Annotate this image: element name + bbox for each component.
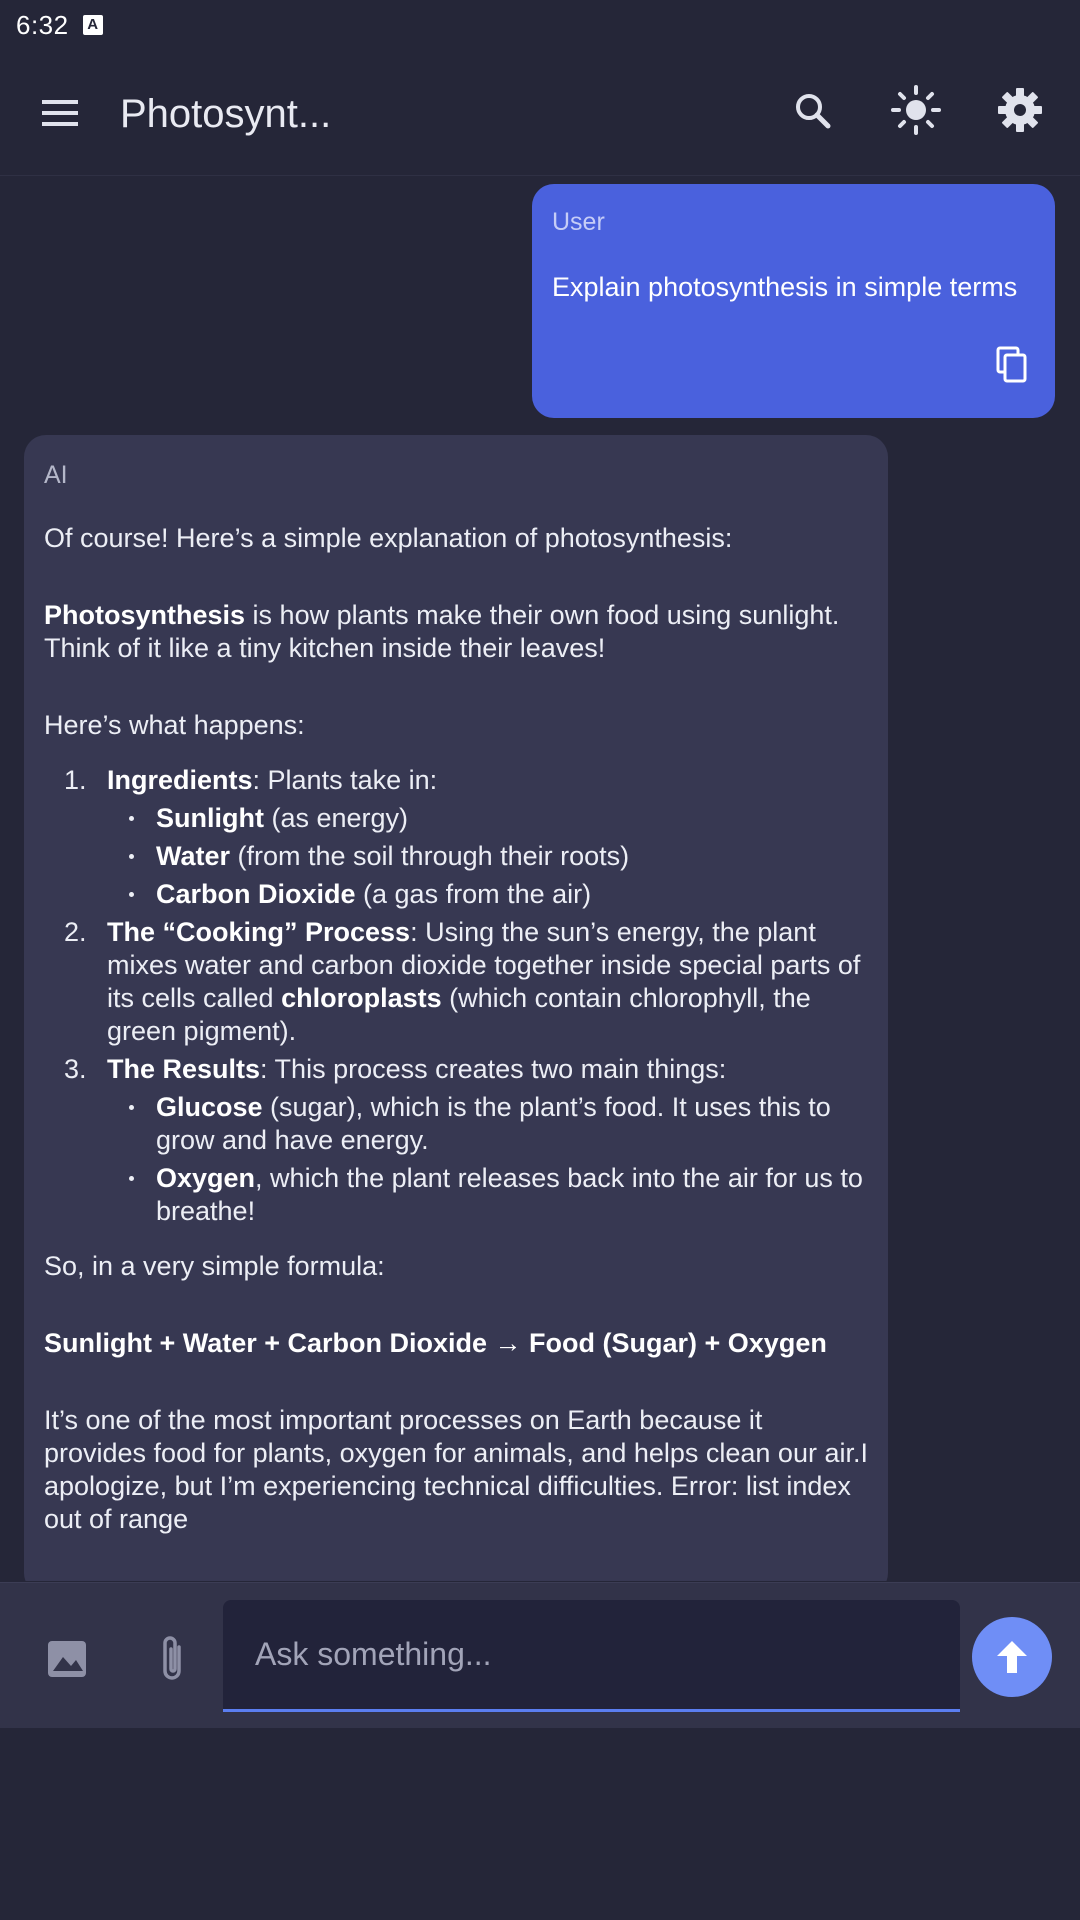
step-title: Ingredients bbox=[107, 765, 253, 795]
steps-list: 1. Ingredients: Plants take in: Sunlight… bbox=[44, 764, 868, 1228]
formula: Sunlight + Water + Carbon Dioxide → Food… bbox=[44, 1327, 868, 1360]
copy-icon[interactable] bbox=[992, 344, 1032, 388]
status-bar: 6:32 A bbox=[0, 0, 1080, 50]
bullet-term: Water bbox=[156, 841, 231, 871]
bullet-text: (a gas from the air) bbox=[355, 879, 592, 909]
sub-list: Sunlight (as energy) Water (from the soi… bbox=[107, 802, 868, 911]
app-bar: Photosynt... bbox=[0, 50, 1080, 176]
ai-definition: Photosynthesis is how plants make their … bbox=[44, 599, 868, 665]
paperclip-icon[interactable] bbox=[152, 1633, 192, 1685]
list-item: Sunlight (as energy) bbox=[107, 802, 868, 835]
bottom-empty-area bbox=[0, 1728, 1080, 1920]
a-icon: A bbox=[82, 15, 103, 35]
chat-area[interactable]: User Explain photosynthesis in simple te… bbox=[0, 177, 1080, 1581]
arrow-up-icon bbox=[997, 1641, 1027, 1673]
formula-intro: So, in a very simple formula: bbox=[44, 1251, 385, 1281]
image-icon[interactable] bbox=[44, 1635, 92, 1683]
bullet-text: (as energy) bbox=[263, 803, 409, 833]
gear-icon[interactable] bbox=[992, 82, 1048, 138]
list-item: Carbon Dioxide (a gas from the air) bbox=[107, 878, 868, 911]
bullet-term: Carbon Dioxide bbox=[156, 879, 356, 909]
ai-closing: It’s one of the most important processes… bbox=[44, 1405, 868, 1534]
user-message-bubble: User Explain photosynthesis in simple te… bbox=[532, 184, 1055, 418]
bullet-text: , which the plant releases back into the… bbox=[156, 1163, 863, 1226]
ai-sender-label: AI bbox=[44, 461, 68, 489]
page-title: Photosynt... bbox=[120, 92, 332, 136]
bullet-term: Sunlight bbox=[156, 803, 264, 833]
bullet-term: Glucose bbox=[156, 1092, 263, 1122]
input-bar bbox=[0, 1582, 1080, 1728]
list-item: Water (from the soil through their roots… bbox=[107, 840, 868, 873]
bullet-term: Oxygen bbox=[156, 1163, 256, 1193]
step-term: chloroplasts bbox=[281, 983, 442, 1013]
step-number: 3. bbox=[64, 1054, 87, 1084]
sub-list: Glucose (sugar), which is the plant’s fo… bbox=[107, 1091, 868, 1228]
list-item: 2. The “Cooking” Process: Using the sun’… bbox=[44, 916, 868, 1048]
step-number: 1. bbox=[64, 765, 87, 795]
bullet-text: (from the soil through their roots) bbox=[230, 841, 630, 871]
definition-term: Photosynthesis bbox=[44, 600, 246, 630]
message-input[interactable] bbox=[255, 1600, 935, 1708]
list-item: Glucose (sugar), which is the plant’s fo… bbox=[107, 1091, 868, 1157]
brightness-icon[interactable] bbox=[888, 82, 944, 138]
formula-text: Sunlight + Water + Carbon Dioxide → Food… bbox=[44, 1328, 827, 1358]
ai-intro: Of course! Here’s a simple explanation o… bbox=[44, 523, 733, 553]
user-message-text: Explain photosynthesis in simple terms bbox=[552, 272, 1018, 302]
status-time: 6:32 bbox=[16, 9, 69, 40]
ai-happens: Here’s what happens: bbox=[44, 710, 305, 740]
user-sender-label: User bbox=[552, 208, 605, 236]
message-input-field[interactable] bbox=[223, 1600, 960, 1712]
step-number: 2. bbox=[64, 917, 87, 947]
step-text: : This process creates two main things: bbox=[260, 1054, 727, 1084]
ai-message-bubble: AI Of course! Here’s a simple explanatio… bbox=[24, 435, 888, 1581]
step-text: : Plants take in: bbox=[252, 765, 438, 795]
step-title: The Results bbox=[107, 1054, 261, 1084]
list-item: Oxygen, which the plant releases back in… bbox=[107, 1162, 868, 1228]
list-item: 3. The Results: This process creates two… bbox=[44, 1053, 868, 1228]
send-button[interactable] bbox=[972, 1617, 1052, 1697]
step-title: The “Cooking” Process bbox=[107, 917, 411, 947]
list-item: 1. Ingredients: Plants take in: Sunlight… bbox=[44, 764, 868, 911]
search-icon[interactable] bbox=[784, 82, 840, 138]
hamburger-menu-icon[interactable] bbox=[30, 88, 90, 138]
